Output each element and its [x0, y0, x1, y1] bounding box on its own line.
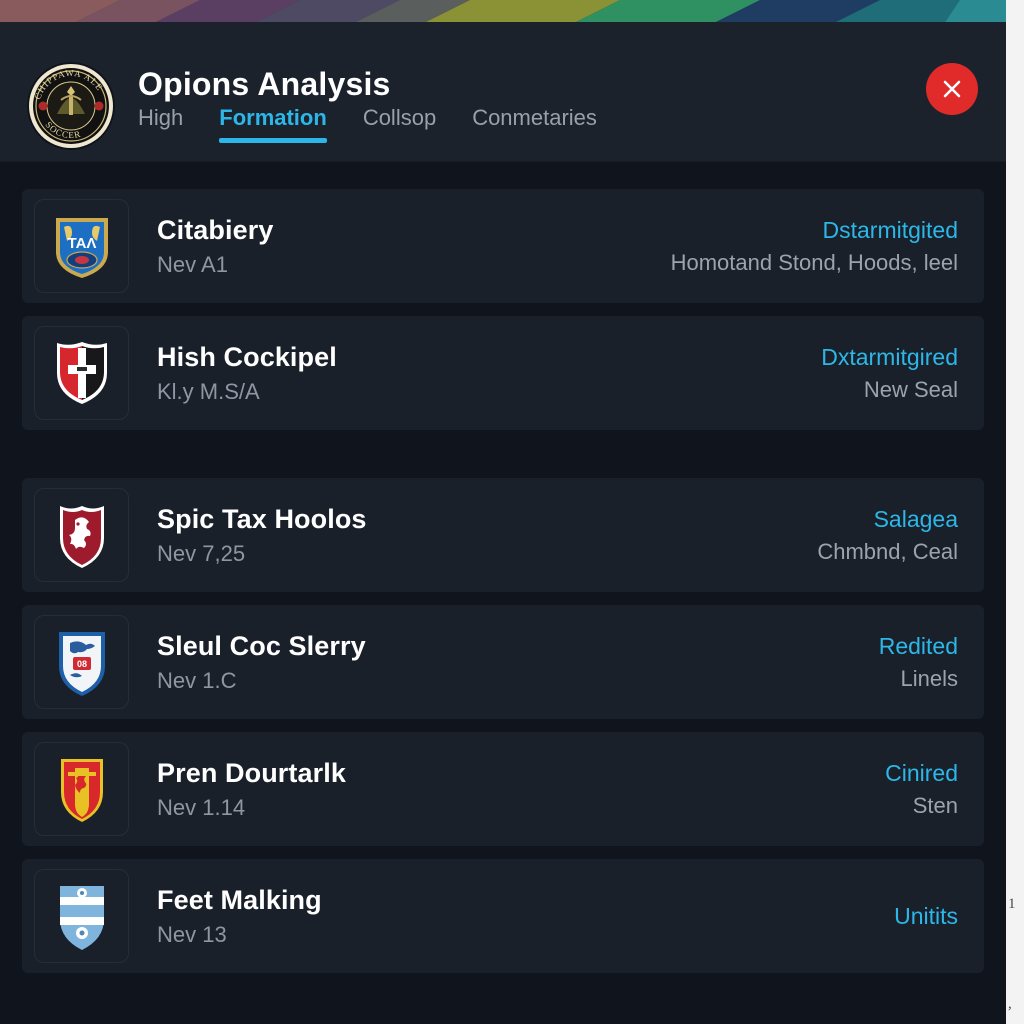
list-item-meta: Dstarmitgited Homotand Stond, Hoods, lee…	[651, 217, 958, 275]
tab-bar: High Formation Collsop Conmetaries	[138, 105, 597, 161]
list-item-main: Citabiery Nev A1	[129, 215, 651, 277]
edge-artifact-glyph-2: ,	[1008, 996, 1012, 1012]
list-item[interactable]: Hish Cockipel Kl.y M.S/A Dxtarmitgired N…	[22, 316, 984, 430]
list-item-subtitle: Nev 13	[157, 921, 227, 947]
dialog-header: CHIPPAWA ALE SOCCER Opions Analysis High…	[0, 22, 1006, 162]
club-crest-icon: CHIPPAWA ALE SOCCER	[27, 62, 115, 150]
list-item-subtitle: Nev 1.14	[157, 794, 246, 820]
list-item[interactable]: 08 Sleul Coc Slerry Nev 1.C Redited Line…	[22, 605, 984, 719]
close-button[interactable]	[926, 63, 978, 115]
list-item-meta: Dxtarmitgired New Seal	[801, 344, 958, 402]
list-item-title: Sleul Coc Slerry	[157, 630, 366, 661]
match-list[interactable]: TAΛ Citabiery Nev A1 Dstarmitgited Homot…	[0, 162, 1006, 1024]
list-item-subtitle: Kl.y M.S/A	[157, 378, 260, 404]
list-item[interactable]: Feet Malking Nev 13 Unitits	[22, 859, 984, 973]
list-item-title: Hish Cockipel	[157, 341, 337, 372]
status-badge: Dstarmitgited	[822, 217, 958, 244]
options-analysis-dialog: CHIPPAWA ALE SOCCER Opions Analysis High…	[0, 22, 1006, 1024]
list-item-meta: Cinired Sten	[865, 760, 958, 818]
list-item-title: Citabiery	[157, 214, 274, 245]
list-item-subtitle: Nev 7,25	[157, 540, 246, 566]
list-item[interactable]: Pren Dourtarlk Nev 1.14 Cinired Sten	[22, 732, 984, 846]
status-badge: Dxtarmitgired	[821, 344, 958, 371]
edge-artifact-glyph-1: 1	[1008, 896, 1016, 912]
shield-badge-red-black-cross-icon	[34, 326, 129, 420]
status-badge: Cinired	[885, 760, 958, 787]
list-item-title: Pren Dourtarlk	[157, 757, 346, 788]
tab-formation[interactable]: Formation	[219, 105, 327, 149]
list-item-meta: Salagea Chmbnd, Ceal	[797, 506, 958, 564]
shield-badge-light-blue-striped-icon	[34, 869, 129, 963]
list-item-main: Hish Cockipel Kl.y M.S/A	[129, 342, 801, 404]
list-item-subtitle: Nev A1	[157, 251, 228, 277]
list-item-main: Sleul Coc Slerry Nev 1.C	[129, 631, 859, 693]
tab-conmetaries[interactable]: Conmetaries	[472, 105, 597, 149]
list-item-title: Feet Malking	[157, 884, 322, 915]
list-item-main: Feet Malking Nev 13	[129, 885, 874, 947]
page-title: Opions Analysis	[138, 66, 391, 102]
close-x-icon	[939, 76, 965, 102]
list-item-detail: Sten	[912, 792, 958, 818]
list-item[interactable]: Spic Tax Hoolos Nev 7,25 Salagea Chmbnd,…	[22, 478, 984, 592]
tab-collsop[interactable]: Collsop	[363, 105, 436, 149]
tab-high[interactable]: High	[138, 105, 183, 149]
list-item[interactable]: TAΛ Citabiery Nev A1 Dstarmitgited Homot…	[22, 189, 984, 303]
shield-badge-red-yellow-icon	[34, 742, 129, 836]
list-item-detail: Linels	[900, 665, 958, 691]
status-badge: Unitits	[894, 902, 958, 929]
list-item-detail: New Seal	[863, 376, 958, 402]
shield-badge-crimson-lion-icon	[34, 488, 129, 582]
shield-badge-blue-white-lion-icon: 08	[34, 615, 129, 709]
list-item-meta: Unitits	[874, 903, 958, 929]
svg-text:08: 08	[76, 659, 86, 669]
svg-text:TAΛ: TAΛ	[67, 235, 96, 252]
list-item-main: Spic Tax Hoolos Nev 7,25	[129, 504, 797, 566]
page-root: 1 , CHIPPAWA ALE SOCCER Opions Analysis …	[0, 0, 1024, 1024]
list-item-subtitle: Nev 1.C	[157, 667, 237, 693]
list-item-title: Spic Tax Hoolos	[157, 503, 367, 534]
status-badge: Salagea	[873, 506, 958, 533]
list-item-detail: Homotand Stond, Hoods, leel	[670, 249, 958, 275]
status-badge: Redited	[878, 633, 958, 660]
list-item-meta: Redited Linels	[859, 633, 958, 691]
shield-badge-blue-tal-icon: TAΛ	[34, 199, 129, 293]
list-item-detail: Chmbnd, Ceal	[817, 538, 958, 564]
list-item-main: Pren Dourtarlk Nev 1.14	[129, 758, 865, 820]
